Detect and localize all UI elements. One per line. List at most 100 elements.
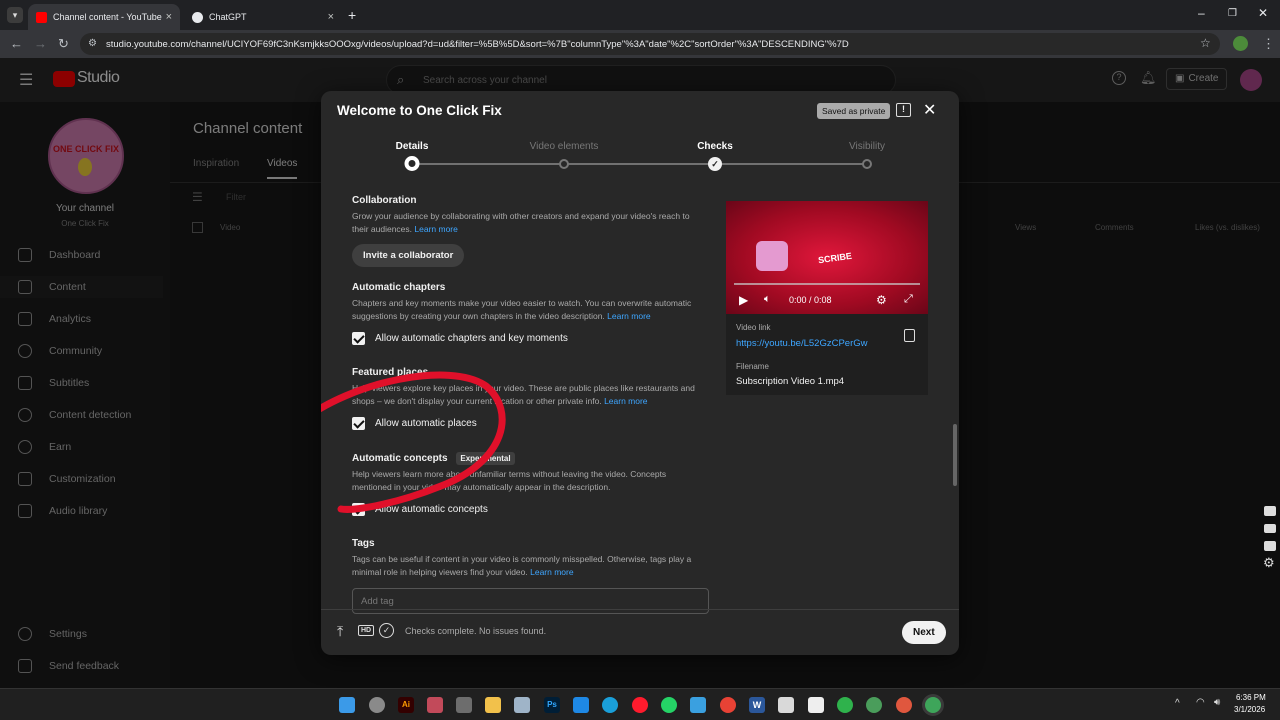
step-video-elements-dot[interactable]	[559, 159, 569, 169]
taskbar-date[interactable]: 3/1/2026	[1234, 705, 1265, 714]
saved-as-private-badge: Saved as private	[817, 103, 891, 119]
report-issue-icon[interactable]: !	[896, 103, 911, 117]
back-icon[interactable]: ←	[10, 36, 23, 51]
invite-collaborator-button[interactable]: Invite a collaborator	[352, 244, 465, 267]
bookmark-star-icon[interactable]: ☆	[1200, 36, 1211, 50]
close-tab-icon[interactable]: ×	[328, 11, 334, 23]
close-dialog-icon[interactable]: ✕	[923, 100, 936, 120]
tray-chevron-icon[interactable]: ^	[1175, 698, 1180, 709]
volume-tray-icon[interactable]: 🔊︎	[1214, 697, 1220, 708]
play-icon[interactable]: ▶	[739, 293, 748, 307]
address-bar[interactable]: ⚙ studio.youtube.com/channel/UCIYOF69fC3…	[80, 33, 1220, 55]
browser-toolbar: ← → ↻ ⚙ studio.youtube.com/channel/UCIYO…	[0, 30, 1280, 58]
hd-badge-icon[interactable]: HD	[358, 625, 375, 636]
opera-icon[interactable]	[632, 697, 648, 713]
word-icon[interactable]: W	[749, 697, 765, 713]
chrome-active-icon[interactable]	[925, 697, 941, 713]
screenshot-icon[interactable]	[1264, 506, 1276, 516]
video-time: 0:00 / 0:08	[789, 295, 832, 305]
subscribe-graphic-text: SCRIBE	[817, 250, 853, 266]
forward-icon[interactable]: →	[34, 36, 47, 51]
video-settings-icon[interactable]: ⚙	[876, 293, 887, 307]
browser-tab-strip: ▾ Channel content - YouTube Stu × ChatGP…	[0, 0, 1280, 30]
chapters-checkbox[interactable]	[352, 332, 365, 345]
settings-app-icon[interactable]	[369, 697, 385, 713]
tags-placeholder: Add tag	[361, 596, 394, 607]
tab-chatgpt[interactable]: ChatGPT ×	[184, 4, 342, 30]
fullscreen-icon[interactable]: ⤢	[904, 293, 913, 306]
collaboration-section: Collaboration Grow your audience by coll…	[352, 195, 702, 267]
extension-icon[interactable]	[1233, 36, 1248, 51]
next-button[interactable]: Next	[902, 621, 946, 644]
filename: Subscription Video 1.mp4	[736, 376, 845, 387]
step-visibility-dot[interactable]	[862, 159, 872, 169]
step-checks-done-icon[interactable]: ✓	[708, 157, 722, 171]
photos-app-icon[interactable]	[427, 697, 443, 713]
close-tab-icon[interactable]: ×	[166, 11, 172, 23]
browser-menu-icon[interactable]: ⋮	[1262, 36, 1275, 52]
gear-icon[interactable]: ⚙	[1263, 555, 1275, 571]
dialog-scrollbar[interactable]	[953, 424, 957, 486]
site-info-icon[interactable]: ⚙	[88, 38, 97, 49]
windows-taskbar: Ai Ps W ^ ◠ 🔊︎ 6:36 PM 3/1/2026	[0, 688, 1280, 720]
step-checks-label[interactable]: Checks	[697, 141, 733, 152]
maximize-icon[interactable]: ❐	[1228, 8, 1237, 19]
progress-track	[734, 283, 920, 285]
checks-complete-icon[interactable]: ✓	[379, 623, 394, 638]
tab-youtube-studio[interactable]: Channel content - YouTube Stu ×	[28, 4, 180, 30]
tab-search-button[interactable]: ▾	[7, 7, 23, 23]
copy-link-icon[interactable]	[904, 329, 915, 342]
minimize-icon[interactable]: –	[1198, 6, 1205, 20]
camera-icon[interactable]	[1264, 524, 1276, 533]
paint-app-icon[interactable]	[778, 697, 794, 713]
notes-app-icon[interactable]	[690, 697, 706, 713]
screen-recorder-icon[interactable]	[573, 697, 589, 713]
upload-status-icon[interactable]: ⤒	[337, 623, 343, 640]
chrome-profile-2-icon[interactable]	[896, 697, 912, 713]
chrome-profile-icon[interactable]	[866, 697, 882, 713]
taskbar-time[interactable]: 6:36 PM	[1236, 693, 1266, 702]
file-explorer-icon[interactable]	[485, 697, 501, 713]
step-details-dot[interactable]	[404, 156, 420, 171]
video-link[interactable]: https://youtu.be/L52GzCPerGw	[736, 338, 867, 349]
volume-icon[interactable]: 🔈︎	[764, 293, 771, 306]
whatsapp-icon[interactable]	[661, 697, 677, 713]
reload-icon[interactable]: ↻	[58, 36, 69, 52]
windows-start-icon[interactable]	[339, 697, 355, 713]
chapters-checkbox-row[interactable]: Allow automatic chapters and key moments	[352, 332, 702, 345]
illustrator-icon[interactable]: Ai	[398, 697, 414, 713]
video-thumbnail[interactable]: SCRIBE ▶ 🔈︎ 0:00 / 0:08 ⚙ ⤢	[726, 201, 928, 314]
video-preview-card: SCRIBE ▶ 🔈︎ 0:00 / 0:08 ⚙ ⤢ Video link h…	[726, 201, 928, 395]
window-icon[interactable]	[1264, 541, 1276, 551]
photoshop-icon[interactable]: Ps	[544, 697, 560, 713]
step-video-elements-label[interactable]: Video elements	[530, 141, 599, 152]
wifi-icon[interactable]: ◠	[1196, 697, 1205, 708]
step-visibility-label[interactable]: Visibility	[849, 141, 885, 152]
tags-learn-more-link[interactable]: Learn more	[530, 567, 573, 577]
new-tab-icon[interactable]: +	[348, 7, 356, 23]
step-connector	[412, 163, 864, 165]
tags-title: Tags	[352, 538, 375, 549]
dialog-title: Welcome to One Click Fix	[337, 103, 502, 118]
tags-description: Tags can be useful if content in your vi…	[352, 553, 702, 579]
url-text: studio.youtube.com/channel/UCIYOF69fC3nK…	[106, 39, 849, 50]
collaboration-learn-more-link[interactable]: Learn more	[414, 224, 457, 234]
green-app-icon[interactable]	[837, 697, 853, 713]
capcut-icon[interactable]	[808, 697, 824, 713]
chapters-checkbox-label: Allow automatic chapters and key moments	[375, 333, 568, 344]
close-window-icon[interactable]: ✕	[1258, 6, 1268, 20]
checks-status-text: Checks complete. No issues found.	[405, 626, 547, 636]
step-details-label[interactable]: Details	[396, 141, 429, 152]
automatic-chapters-section: Automatic chapters Chapters and key mome…	[352, 282, 702, 345]
chrome-icon[interactable]	[720, 697, 736, 713]
chapters-learn-more-link[interactable]: Learn more	[607, 311, 650, 321]
calculator-icon[interactable]	[456, 697, 472, 713]
chapters-description: Chapters and key moments make your video…	[352, 297, 702, 323]
tab-title: ChatGPT	[209, 12, 247, 22]
notepad-icon[interactable]	[514, 697, 530, 713]
channel-logo-thumbnail	[756, 241, 788, 271]
collaboration-desc-text: Grow your audience by collaborating with…	[352, 211, 690, 234]
youtube-favicon-icon	[36, 11, 47, 23]
edge-browser-icon[interactable]	[602, 697, 618, 713]
places-learn-more-link[interactable]: Learn more	[604, 396, 647, 406]
